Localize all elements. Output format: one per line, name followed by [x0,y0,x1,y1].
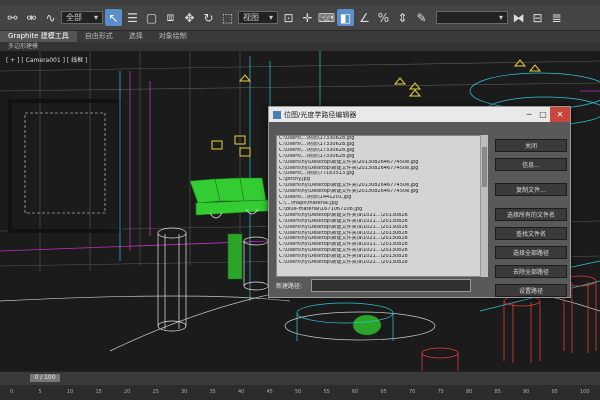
ribbon-sub-label: 多边形建模 [0,42,600,51]
strip-all-paths-button[interactable]: 去除全部路径 [495,265,567,278]
move-icon[interactable]: ✥ [181,9,198,26]
set-path-button[interactable]: 设置路径 [495,284,567,297]
bitmap-path-editor-dialog: 位图/光度学路径编辑器 ─ □ ✕ C:\Users\...\材质\173306… [268,106,571,298]
mirror-icon[interactable]: ⧓ [510,9,527,26]
timeline-tick-label: 65 [380,389,387,395]
timeline-tick-label: 90 [523,389,530,395]
new-path-label: 新建路径: [276,283,303,290]
link-icon[interactable]: ⚯ [4,9,21,26]
unlink-icon[interactable]: ⚮ [23,9,40,26]
timeline-tick-label: 10 [67,389,74,395]
ribbon-tabs: Graphite 建模工具 自由形式 选择 对象绘制 [0,31,600,42]
pivot-icon[interactable]: ⊡ [280,9,297,26]
named-selection-sets[interactable]: ▾ [436,11,508,24]
chevron-down-icon: ▾ [268,13,273,22]
timeline-tick-label: 25 [152,389,159,395]
time-slider[interactable]: 0 / 100 [30,374,60,382]
timeline-tick-label: 50 [295,389,302,395]
select-object-icon[interactable]: ↖ [105,9,122,26]
tab-graphite-modeling[interactable]: Graphite 建模工具 [0,31,77,42]
timeline-tick-label: 95 [551,389,558,395]
align-icon[interactable]: ⊟ [529,9,546,26]
select-by-name-icon[interactable]: ☰ [124,9,141,26]
timeline-tick-label: 80 [466,389,473,395]
timeline-tick-label: 20 [124,389,131,395]
layer-manager-icon[interactable]: ≣ [548,9,565,26]
find-files-button[interactable]: 查找文件名 [495,227,567,240]
timeline-tick-label: 15 [95,389,102,395]
timeline-tick-label: 0 [10,389,14,395]
select-all-paths-button[interactable]: 选择全部路径 [495,246,567,259]
edit-named-selection-icon[interactable]: ✎ [413,9,430,26]
copy-files-button[interactable]: 复制文件... [495,183,567,196]
timeline-tick-label: 60 [352,389,359,395]
dialog-titlebar[interactable]: 位图/光度学路径编辑器 ─ □ ✕ [269,107,570,122]
timeline-tick-label: 70 [409,389,416,395]
timeline-tick-label: 45 [266,389,273,395]
snaps-toggle-icon[interactable]: ◧ [337,9,354,26]
chevron-down-icon: ▾ [498,13,503,22]
spinner-snap-icon[interactable]: ⇕ [394,9,411,26]
bind-space-warp-icon[interactable]: ∿ [42,9,59,26]
ref-coord-value: 视图 [243,13,259,22]
main-toolbar: ⚯ ⚮ ∿ 全部 ▾ ↖ ☰ ▢ ⧈ ✥ ↻ ⬚ 视图 ▾ ⊡ ✛ ⌨ ◧ ∠ % … [0,5,600,31]
angle-snap-icon[interactable]: ∠ [356,9,373,26]
app-icon [273,110,281,119]
list-scrollbar[interactable] [480,135,488,277]
dialog-button-column: 关闭 信息... 复制文件... 选择所有的文件名 查找文件名 选择全部路径 去… [495,139,567,303]
tab-object-paint[interactable]: 对象绘制 [151,31,195,42]
dialog-title: 位图/光度学路径编辑器 [284,110,357,119]
chevron-down-icon: ▾ [93,13,98,22]
select-all-files-button[interactable]: 选择所有的文件名 [495,208,567,221]
tab-selection[interactable]: 选择 [121,31,151,42]
timeline-tick-label: 30 [181,389,188,395]
close-icon[interactable]: ✕ [550,107,570,122]
select-manipulate-icon[interactable]: ✛ [299,9,316,26]
timeline-tick-label: 55 [323,389,330,395]
close-button[interactable]: 关闭 [495,139,567,152]
scrollbar-thumb[interactable] [482,147,487,187]
maximize-icon[interactable]: □ [536,107,550,122]
selection-filter-value: 全部 [66,13,82,22]
info-button[interactable]: 信息... [495,158,567,171]
keyboard-shortcut-icon[interactable]: ⌨ [318,9,335,26]
new-path-field[interactable] [311,279,471,292]
timeline-tick-label: 35 [209,389,216,395]
selection-filter-dropdown[interactable]: 全部 ▾ [61,11,103,24]
tab-freeform[interactable]: 自由形式 [77,31,121,42]
3dsmax-window: ⚯ ⚮ ∿ 全部 ▾ ↖ ☰ ▢ ⧈ ✥ ↻ ⬚ 视图 ▾ ⊡ ✛ ⌨ ◧ ∠ % … [0,0,600,400]
rotate-icon[interactable]: ↻ [200,9,217,26]
percent-snap-icon[interactable]: % [375,9,392,26]
timeline-tick-label: 75 [437,389,444,395]
time-slider-panel: 0 / 100 0 5 10 15 20 25 30 35 40 45 50 55 60 65 70 75 80… [0,371,600,400]
ref-coord-dropdown[interactable]: 视图 ▾ [238,11,278,24]
list-item[interactable]: C:\Users\hy\Desktop\新建文件夹\a\1021...\2013… [277,260,487,266]
scale-icon[interactable]: ⬚ [219,9,236,26]
window-crossing-icon[interactable]: ⧈ [162,9,179,26]
timeline-tick-label: 100 [580,389,590,395]
timeline-tick-label: 40 [238,389,245,395]
bitmap-path-list[interactable]: C:\Users\...\材质\17330628.jpg C:\Users\..… [276,135,488,277]
timeline-tick-label: 5 [38,389,42,395]
viewport-label[interactable]: [ + ] [ Camera001 ] [ 线框 ] [6,55,87,64]
rect-region-icon[interactable]: ▢ [143,9,160,26]
minimize-icon[interactable]: ─ [522,107,536,122]
timeline-tick-label: 85 [494,389,501,395]
